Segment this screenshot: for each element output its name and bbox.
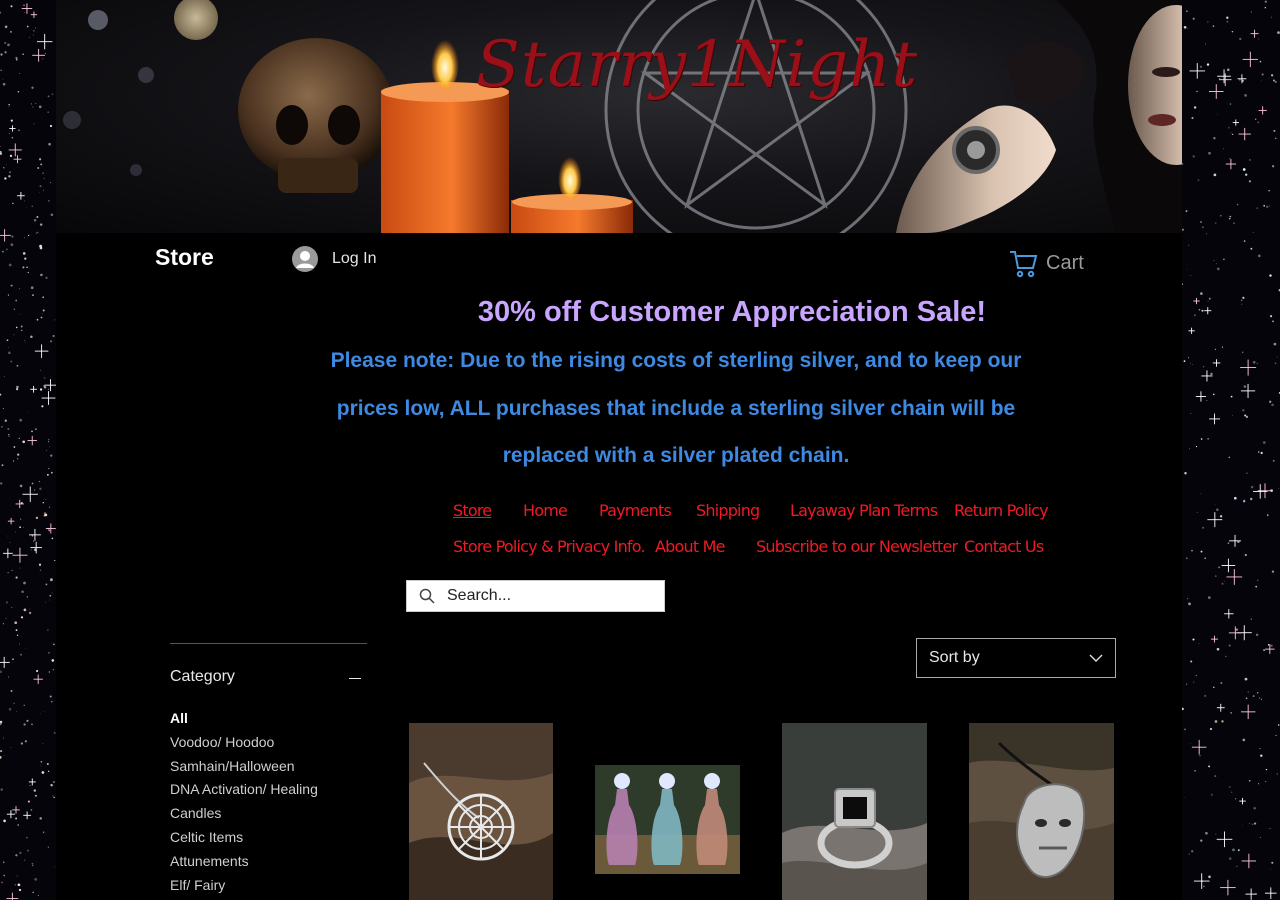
nav-link-layaway[interactable]: Layaway Plan Terms [790,501,938,520]
store-title: Store [155,244,214,270]
category-item[interactable]: Samhain/Halloween [170,758,318,782]
filter-divider [170,643,367,644]
header-banner: Starry1Night [56,0,1182,233]
nav-link-return-policy[interactable]: Return Policy [954,501,1049,520]
product-thumbnail-potion-bottles[interactable] [595,765,740,874]
search-input[interactable] [447,587,647,605]
category-list: All Voodoo/ Hoodoo Samhain/Halloween DNA… [170,710,318,900]
category-item[interactable]: Attunements [170,853,318,877]
chain-notice-line: Please note: Due to the rising costs of … [330,349,1022,372]
cart-label: Cart [1046,251,1084,274]
spiderweb-pendant-image [409,723,553,900]
user-avatar-icon [292,246,318,272]
search-box [406,580,665,612]
nav-link-home[interactable]: Home [523,501,568,520]
category-item[interactable]: Voodoo/ Hoodoo [170,734,318,758]
potion-bottles-image [595,765,740,874]
chain-notice-line: prices low, ALL purchases that include a… [336,396,1016,420]
sale-announcement: 30% off Customer Appreciation Sale! [477,296,987,328]
category-item[interactable]: Candles [170,805,318,829]
category-filter-title[interactable]: Category [170,668,235,686]
brand-logo-text: Starry1Night [476,28,919,102]
search-icon [419,588,435,604]
category-item[interactable]: Elf/ Fairy [170,877,318,900]
sort-label: Sort by [929,649,980,666]
category-item[interactable]: All [170,710,318,734]
silver-ring-image [782,723,927,900]
page-container: Starry1Night Store Log In Cart 30% off C… [56,0,1182,900]
login-button[interactable]: Log In [292,246,376,272]
category-item[interactable]: Celtic Items [170,829,318,853]
product-thumbnail-onyx-ring[interactable] [782,723,927,900]
nav-link-store-policy[interactable]: Store Policy & Privacy Info. [453,537,646,556]
nav-link-contact-us[interactable]: Contact Us [964,537,1044,556]
product-thumbnail-dragon-pendant[interactable] [969,723,1114,900]
nav-link-about-me[interactable]: About Me [655,537,725,556]
login-label: Log In [332,250,377,267]
cart-icon [1010,251,1038,278]
nav-link-shipping[interactable]: Shipping [696,501,760,520]
nav-link-store[interactable]: Store [453,501,492,520]
category-item[interactable]: DNA Activation/ Healing [170,781,318,805]
chevron-down-icon [1089,654,1103,662]
nav-link-newsletter[interactable]: Subscribe to our Newsletter [756,537,958,556]
chain-notice-line: replaced with a silver plated chain. [502,444,850,467]
cart-button[interactable]: Cart [1008,248,1084,278]
product-thumbnail-spiderweb-pendant[interactable] [409,723,553,900]
chain-notice: Please note: Due to the rising costs of … [308,337,1044,480]
collapse-minus-icon[interactable] [349,678,361,679]
sort-dropdown[interactable]: Sort by [916,638,1116,678]
nav-link-payments[interactable]: Payments [599,501,672,520]
dragon-pendant-image [969,723,1114,900]
